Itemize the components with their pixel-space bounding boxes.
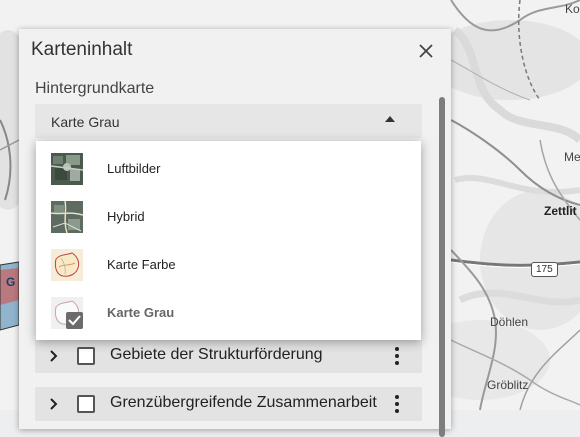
scrollbar-thumb[interactable] [439,97,445,437]
hybrid-map-thumbnail [51,201,83,233]
layer-label: Grenzübergreifende Zusammenarbeit [110,394,377,411]
basemap-section-label: Hintergrundkarte [35,80,155,97]
map-place-label: Ko [565,2,580,16]
color-map-thumbnail [51,249,83,281]
gray-map-thumbnail [51,297,83,329]
scrollbar[interactable] [438,93,446,437]
road-number-shield: 175 [531,262,558,277]
more-vertical-icon[interactable] [394,346,400,366]
basemap-option-hybrid[interactable]: Hybrid [36,191,421,239]
map-place-label: Zettlit [544,204,577,218]
panel-title: Karteninhalt [31,39,133,60]
check-icon [68,315,81,326]
layer-label: Gebiete der Strukturförderung [110,346,323,363]
close-icon [419,44,433,58]
map-place-label: Gröblitz [487,378,529,392]
option-label: Karte Farbe [107,257,176,272]
map-place-label: G [6,275,16,289]
basemap-option-luftbilder[interactable]: Luftbilder [36,143,421,191]
close-button[interactable] [415,40,437,62]
option-label: Hybrid [107,209,145,224]
map-place-label: Döhlen [490,315,529,329]
basemap-select-value: Karte Grau [51,114,120,130]
chevron-right-icon[interactable] [49,398,58,410]
layer-row[interactable]: Gebiete der Strukturförderung [35,339,422,373]
basemap-select[interactable]: Karte Grau [35,104,422,138]
basemap-option-karte-grau[interactable]: Karte Grau [36,287,421,335]
map-place-label: Me [564,150,580,164]
more-vertical-icon[interactable] [394,394,400,414]
basemap-option-karte-farbe[interactable]: Karte Farbe [36,239,421,287]
chevron-right-icon[interactable] [49,350,58,362]
basemap-dropdown-menu: Luftbilder Hybrid Karte Farbe Karte Grau [36,141,421,340]
layer-row[interactable]: Grenzübergreifende Zusammenarbeit [35,387,422,421]
panel-header: Karteninhalt [19,29,451,71]
option-label: Luftbilder [107,161,161,176]
layer-checkbox[interactable] [77,395,95,413]
aerial-photo-thumbnail [51,153,83,185]
chevron-up-icon [385,116,395,122]
layer-checkbox[interactable] [77,347,95,365]
option-label-selected: Karte Grau [107,305,175,320]
